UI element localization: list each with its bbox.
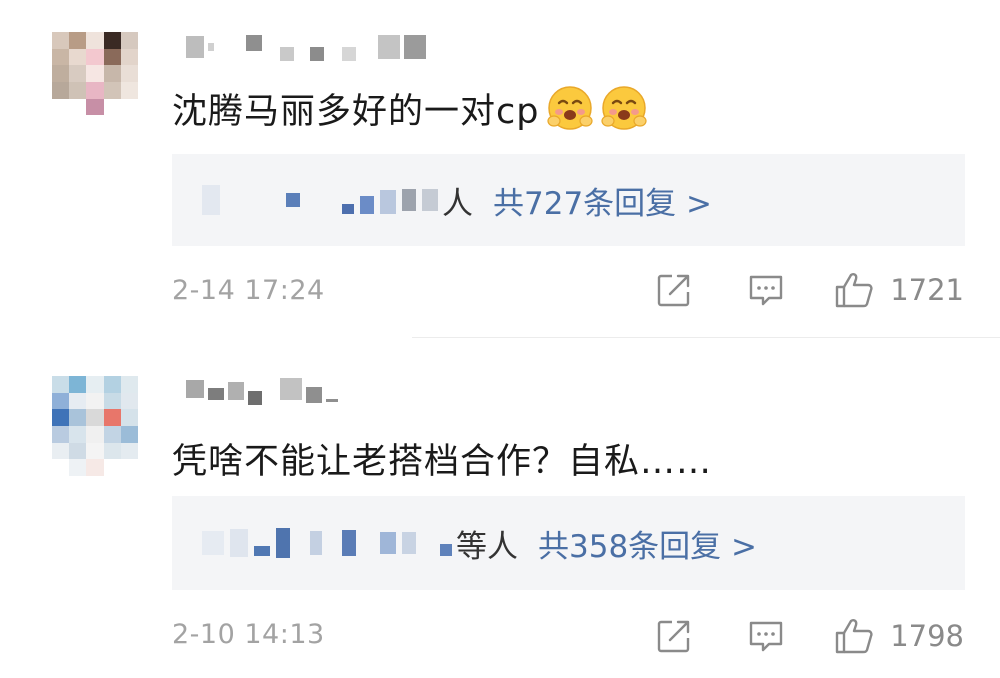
view-replies-link[interactable]: 共727条回复 > bbox=[493, 178, 712, 223]
comment-item: 凭啥不能让老搭档合作？自私…… 等人 共358条回复 > 2-10 14:13 bbox=[0, 338, 1000, 678]
avatar[interactable] bbox=[52, 376, 138, 476]
username-blurred[interactable] bbox=[186, 376, 338, 405]
replier-names-blurred bbox=[202, 180, 438, 220]
avatar[interactable] bbox=[52, 32, 138, 132]
share-icon[interactable] bbox=[654, 616, 694, 656]
view-replies-link[interactable]: 共358条回复 > bbox=[538, 521, 757, 566]
comment-text: 沈腾马丽多好的一对cp bbox=[172, 80, 648, 136]
reply-preview[interactable]: 等人 共358条回复 > bbox=[172, 496, 965, 590]
like-count: 1721 bbox=[890, 273, 964, 307]
comment-actions: 1721 bbox=[654, 270, 964, 310]
blush-hug-emoji-icon bbox=[547, 85, 594, 131]
thumbs-up-icon[interactable] bbox=[834, 270, 874, 310]
share-icon[interactable] bbox=[654, 270, 694, 310]
comment-actions: 1798 bbox=[654, 616, 964, 656]
reply-suffix: 等人 bbox=[456, 528, 518, 565]
comment-icon[interactable] bbox=[746, 616, 786, 656]
thumbs-up-icon[interactable] bbox=[834, 616, 874, 656]
username-blurred[interactable] bbox=[186, 34, 426, 61]
replier-names-blurred bbox=[202, 523, 452, 563]
timestamp: 2-14 17:24 bbox=[172, 275, 325, 306]
like-count: 1798 bbox=[890, 619, 964, 653]
comment-item: 沈腾马丽多好的一对cp 人 共727条回复 > 2-14 17:24 1721 bbox=[0, 0, 1000, 338]
reply-preview[interactable]: 人 共727条回复 > bbox=[172, 154, 965, 246]
reply-suffix: 人 bbox=[442, 185, 473, 222]
blush-hug-emoji-icon bbox=[601, 85, 648, 131]
timestamp: 2-10 14:13 bbox=[172, 619, 325, 650]
comment-text: 凭啥不能让老搭档合作？自私…… bbox=[172, 441, 713, 482]
comment-icon[interactable] bbox=[746, 270, 786, 310]
